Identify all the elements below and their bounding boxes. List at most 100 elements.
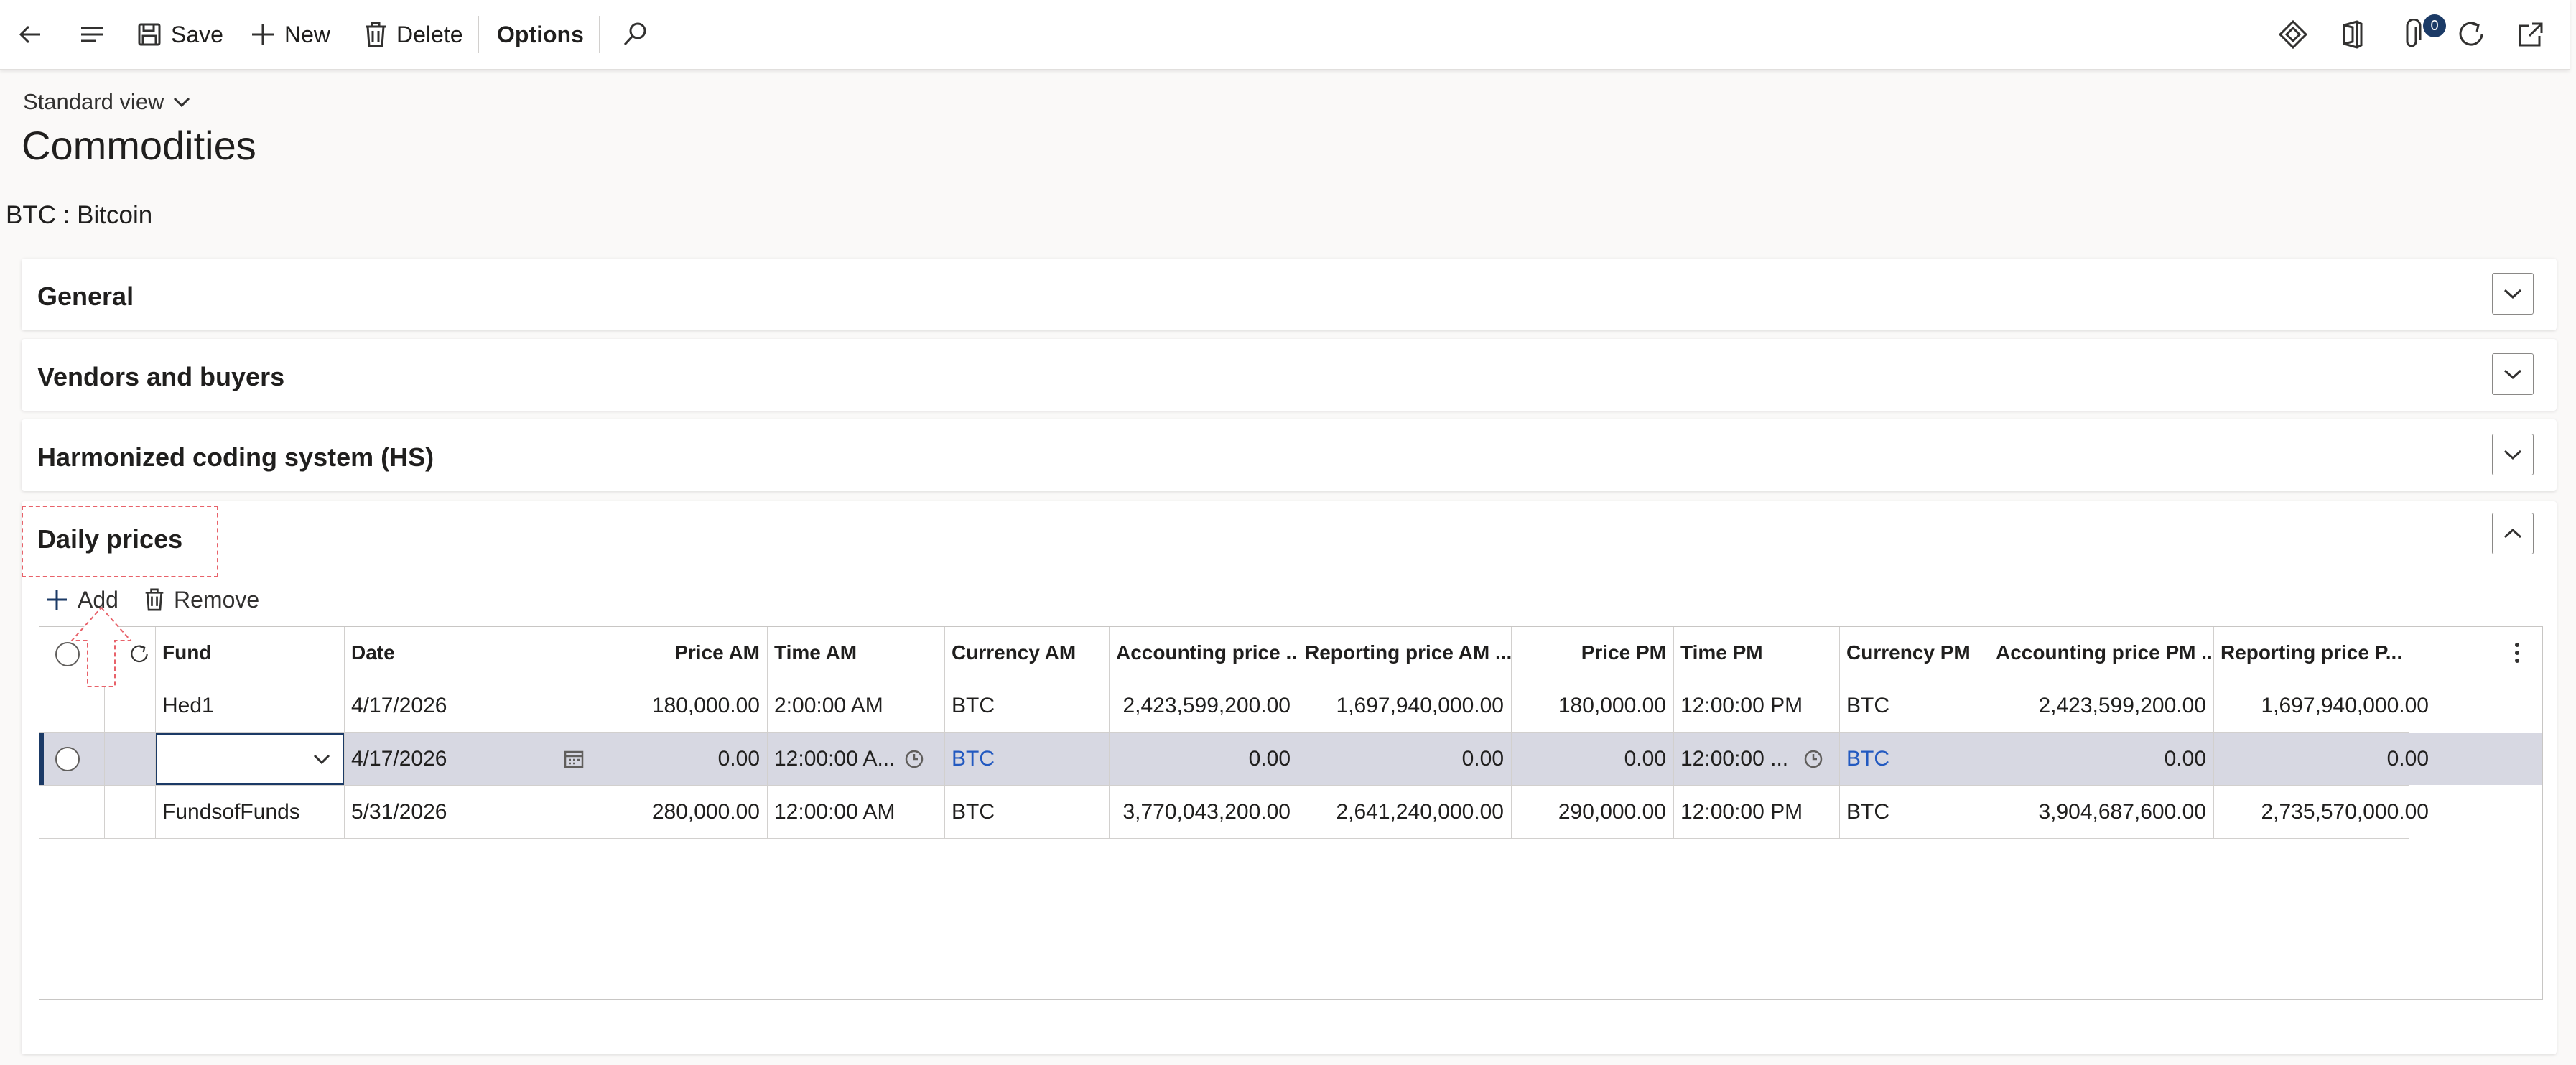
time-picker-am-button[interactable] <box>904 746 930 772</box>
chevron-down-icon <box>174 97 190 108</box>
cell-currency-pm[interactable]: BTC <box>1839 733 1989 785</box>
power-apps-button[interactable] <box>2278 0 2308 69</box>
cell-price-am[interactable]: 180,000.00 <box>605 679 767 732</box>
cell-fund[interactable]: Hed1 <box>155 679 344 732</box>
office-icon <box>2343 20 2363 49</box>
row-divider <box>39 838 2409 839</box>
cell-accounting-price-am[interactable]: 2,423,599,200.00 <box>1109 679 1298 732</box>
col-header-reporting-price-am[interactable]: Reporting price AM ... <box>1298 627 1511 679</box>
col-header-date[interactable]: Date <box>344 627 605 679</box>
cell-currency-am[interactable]: BTC <box>944 733 1109 785</box>
cell-accounting-price-pm[interactable]: 3,904,687,600.00 <box>1989 786 2213 838</box>
cell-accounting-price-pm[interactable]: 0.00 <box>1989 733 2213 785</box>
view-selector[interactable]: Standard view <box>23 89 191 115</box>
cell-reporting-price-am[interactable]: 0.00 <box>1298 733 1511 785</box>
cell-reporting-price-am[interactable]: 2,641,240,000.00 <box>1298 786 1511 838</box>
fasttab-general[interactable]: General <box>22 259 2557 330</box>
cell-accounting-price-pm[interactable]: 2,423,599,200.00 <box>1989 679 2213 732</box>
cell-fund[interactable]: FundsofFunds <box>155 786 344 838</box>
col-header-time-am[interactable]: Time AM <box>767 627 944 679</box>
cell-currency-am[interactable]: BTC <box>944 679 1109 732</box>
fund-input-value <box>157 735 301 783</box>
refresh-button[interactable] <box>2456 0 2486 69</box>
cell-reporting-price-pm[interactable]: 2,735,570,000.00 <box>2213 786 2436 838</box>
cell-price-pm[interactable]: 180,000.00 <box>1511 679 1673 732</box>
fund-input[interactable] <box>156 733 344 785</box>
row-select-radio[interactable] <box>55 745 84 773</box>
cell-price-am[interactable]: 0.00 <box>605 733 767 785</box>
cell-reporting-price-pm[interactable]: 1,697,940,000.00 <box>2213 679 2436 732</box>
cell-accounting-price-am[interactable]: 3,770,043,200.00 <box>1109 786 1298 838</box>
col-header-accounting-price-am[interactable]: Accounting price ... <box>1109 627 1298 679</box>
expand-general-button[interactable] <box>2492 273 2534 315</box>
cell-accounting-price-am[interactable]: 0.00 <box>1109 733 1298 785</box>
fasttab-vendors[interactable]: Vendors and buyers <box>22 339 2557 411</box>
chevron-down-icon <box>2503 450 2522 460</box>
col-header-currency-am[interactable]: Currency AM <box>944 627 1109 679</box>
cell-price-pm[interactable]: 0.00 <box>1511 733 1673 785</box>
chevron-down-icon <box>2503 369 2522 380</box>
attachment-count-badge: 0 <box>2423 14 2446 37</box>
menu-button[interactable] <box>78 0 106 69</box>
cell-time-am[interactable]: 12:00:00 A... <box>767 733 903 785</box>
plus-icon <box>47 590 67 610</box>
cell-time-am[interactable]: 2:00:00 AM <box>767 679 944 732</box>
cell-time-pm[interactable]: 12:00:00 PM <box>1673 679 1839 732</box>
back-button[interactable] <box>16 0 45 69</box>
open-new-icon <box>2519 22 2543 47</box>
fasttab-title: General <box>37 282 134 311</box>
annotation-up-arrow <box>70 606 133 687</box>
office-button[interactable] <box>2340 0 2366 69</box>
plus-icon <box>252 24 274 45</box>
new-label: New <box>284 21 331 47</box>
col-header-time-pm[interactable]: Time PM <box>1673 627 1839 679</box>
refresh-icon <box>2459 22 2483 46</box>
cell-date[interactable]: 5/31/2026 <box>344 786 605 838</box>
chevron-down-icon <box>313 754 330 765</box>
row-radio[interactable] <box>55 747 80 771</box>
cell-date[interactable]: 4/17/2026 <box>344 679 605 732</box>
cell-reporting-price-pm[interactable]: 0.00 <box>2213 733 2436 785</box>
cell-date[interactable]: 4/17/2026 <box>344 733 559 785</box>
save-button[interactable]: Save <box>136 0 223 69</box>
new-button[interactable]: New <box>250 0 330 69</box>
grid-remove-button[interactable]: Remove <box>144 582 259 618</box>
cell-time-am[interactable]: 12:00:00 AM <box>767 786 944 838</box>
col-header-accounting-price-pm[interactable]: Accounting price PM ... <box>1989 627 2213 679</box>
cell-currency-am[interactable]: BTC <box>944 786 1109 838</box>
fasttab-title: Vendors and buyers <box>37 362 285 391</box>
remove-label: Remove <box>174 586 260 613</box>
selected-row-indicator <box>39 733 44 785</box>
cell-reporting-price-am[interactable]: 1,697,940,000.00 <box>1298 679 1511 732</box>
cell-time-pm[interactable]: 12:00:00 ... <box>1673 733 1803 785</box>
col-header-reporting-price-pm[interactable]: Reporting price P... <box>2213 627 2436 679</box>
col-header-fund[interactable]: Fund <box>155 627 344 679</box>
cell-time-pm[interactable]: 12:00:00 PM <box>1673 786 1839 838</box>
trash-icon <box>366 22 386 47</box>
cell-price-pm[interactable]: 290,000.00 <box>1511 786 1673 838</box>
search-button[interactable] <box>620 0 649 69</box>
chevron-down-icon <box>2503 289 2522 299</box>
separator <box>599 16 600 53</box>
col-header-price-pm[interactable]: Price PM <box>1511 627 1673 679</box>
time-picker-pm-button[interactable] <box>1803 746 1829 772</box>
col-header-price-am[interactable]: Price AM <box>605 627 767 679</box>
expand-vendors-button[interactable] <box>2492 353 2534 395</box>
fasttab-hs[interactable]: Harmonized coding system (HS) <box>22 419 2557 491</box>
open-new-window-button[interactable] <box>2516 0 2545 69</box>
collapse-daily-button[interactable] <box>2492 513 2534 554</box>
cell-currency-pm[interactable]: BTC <box>1839 679 1989 732</box>
expand-hs-button[interactable] <box>2492 434 2534 475</box>
attachments-button[interactable] <box>2400 0 2426 69</box>
record-title: BTC : Bitcoin <box>6 201 153 229</box>
cell-currency-pm[interactable]: BTC <box>1839 786 1989 838</box>
trash-icon <box>145 588 164 611</box>
chevron-up-icon <box>2503 528 2522 539</box>
options-button[interactable]: Options <box>497 0 584 69</box>
column-options-button[interactable] <box>2503 638 2531 667</box>
delete-label: Delete <box>396 21 463 47</box>
col-header-currency-pm[interactable]: Currency PM <box>1839 627 1989 679</box>
delete-button[interactable]: Delete <box>363 0 463 69</box>
cell-price-am[interactable]: 280,000.00 <box>605 786 767 838</box>
date-picker-button[interactable] <box>564 746 590 772</box>
